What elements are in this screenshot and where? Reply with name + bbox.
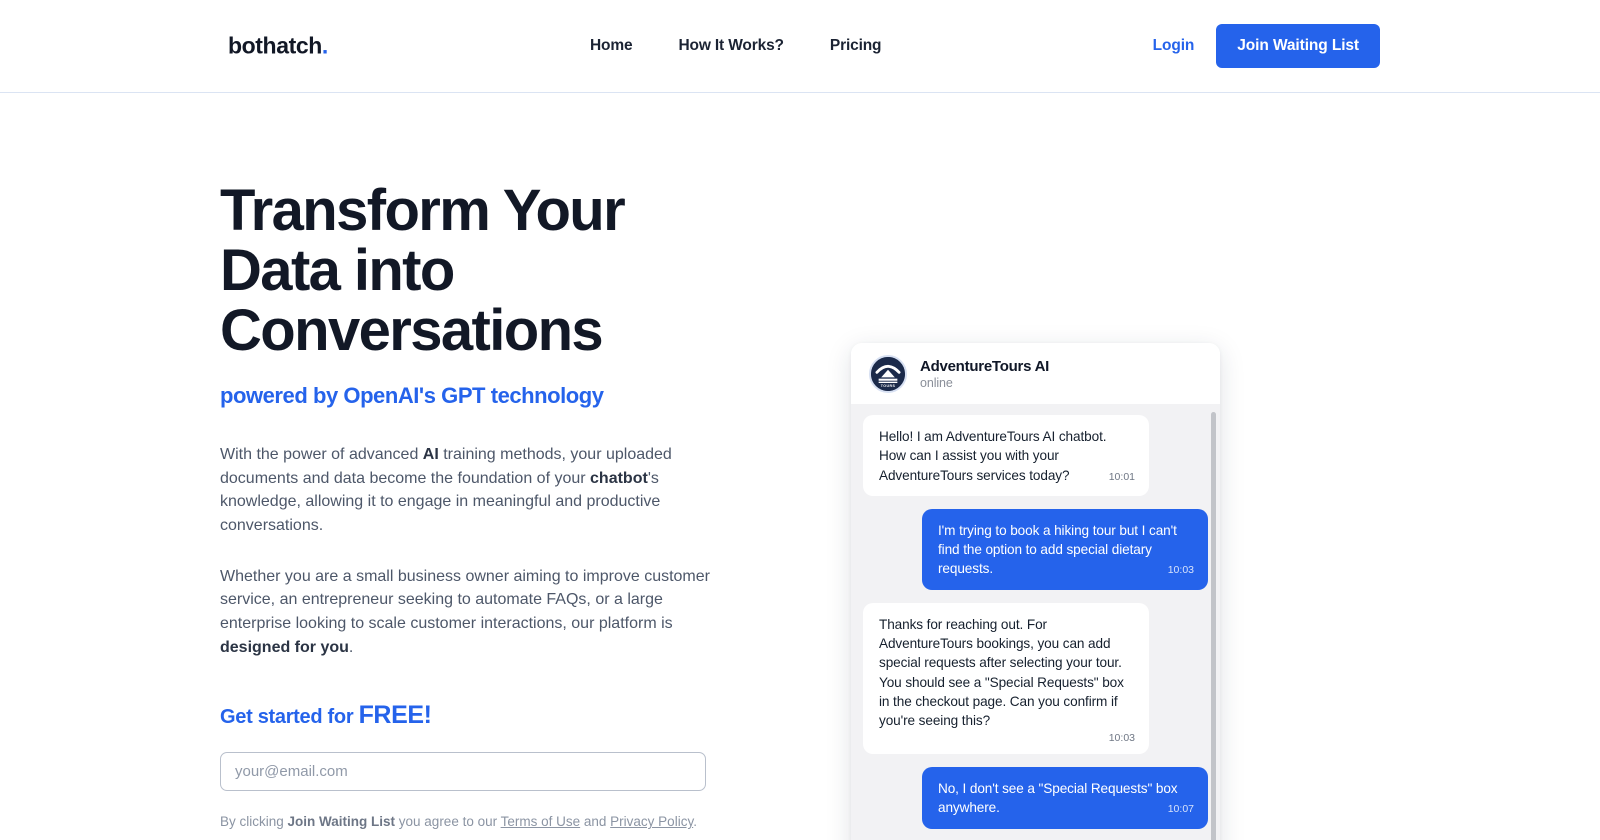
nav-item-how-it-works[interactable]: How It Works? <box>678 37 784 55</box>
get-started-lead: Get started for <box>220 706 359 729</box>
chat-bubble-time: 10:01 <box>1108 470 1135 483</box>
para1-bold-ai: AI <box>422 446 439 464</box>
chat-message-row: Thanks for reaching out. For AdventureTo… <box>863 602 1208 755</box>
privacy-policy-link[interactable]: Privacy Policy <box>610 814 693 829</box>
chat-widget-header: TOURS AdventureTours AI online <box>851 343 1220 404</box>
hero-subtitle: powered by OpenAI's GPT technology <box>220 383 604 409</box>
brand-dot: . <box>321 32 328 59</box>
legal-part3: and <box>580 814 611 830</box>
legal-part1: By clicking <box>220 814 288 830</box>
hero-copy: Transform Your Data into Conversations p… <box>220 178 720 832</box>
chat-scrollbar[interactable] <box>1211 412 1216 840</box>
email-input[interactable] <box>220 752 706 792</box>
get-started-free: FREE! <box>358 701 432 730</box>
brand-logo[interactable]: bothatch. <box>228 33 328 60</box>
chat-bubble-time: 10:03 <box>1167 564 1194 577</box>
chat-identity: AdventureTours AI online <box>920 358 1049 390</box>
chat-bubble-bot: Hello! I am AdventureTours AI chatbot. H… <box>863 415 1149 496</box>
main-nav: Home How It Works? Pricing <box>590 37 882 55</box>
hero-section: Transform Your Data into Conversations p… <box>0 93 1600 840</box>
hero-paragraph-2: Whether you are a small business owner a… <box>220 565 712 660</box>
site-header: bothatch. Home How It Works? Pricing Log… <box>0 0 1600 93</box>
chat-bubble-user: No, I don't see a "Special Requests" box… <box>922 767 1208 829</box>
get-started-heading: Get started for FREE! <box>220 701 720 730</box>
header-actions: Login Join Waiting List <box>1153 24 1380 68</box>
nav-item-home[interactable]: Home <box>590 37 633 55</box>
chat-status-text: online <box>920 375 953 390</box>
legal-note: By clicking Join Waiting List you agree … <box>220 813 720 832</box>
legal-bold-join: Join Waiting List <box>287 814 396 830</box>
chat-bubble-text: Hello! I am AdventureTours AI chatbot. H… <box>879 429 1107 483</box>
para1-bold-chatbot: chatbot <box>590 469 648 487</box>
chat-widget: TOURS AdventureTours AI online Hello! I … <box>851 343 1220 840</box>
chat-message-row: I'm trying to book a hiking tour but I c… <box>863 508 1208 590</box>
svg-text:TOURS: TOURS <box>881 383 896 387</box>
para2-bold-designed-for-you: designed for you <box>220 638 349 656</box>
chat-bubble-text: No, I don't see a "Special Requests" box… <box>938 781 1178 816</box>
chat-bubble-user: I'm trying to book a hiking tour but I c… <box>922 508 1208 590</box>
chat-bubble-time: 10:07 <box>1167 803 1194 816</box>
chat-bubble-bot: Thanks for reaching out. For AdventureTo… <box>863 602 1149 755</box>
page-title: Transform Your Data into Conversations <box>220 178 626 364</box>
chat-bubble-text: Thanks for reaching out. For AdventureTo… <box>879 616 1124 729</box>
nav-item-pricing[interactable]: Pricing <box>830 37 882 55</box>
hero-paragraph-1: With the power of advanced AI training m… <box>220 443 712 538</box>
brand-name: bothatch <box>228 32 322 59</box>
legal-part4: . <box>693 814 697 830</box>
chat-message-row: No, I don't see a "Special Requests" box… <box>863 767 1208 829</box>
para2-part1: Whether you are a small business owner a… <box>220 567 710 633</box>
chat-message-list[interactable]: Hello! I am AdventureTours AI chatbot. H… <box>851 404 1220 840</box>
login-link[interactable]: Login <box>1153 37 1195 55</box>
adventuretours-avatar-icon: TOURS <box>869 354 907 393</box>
chat-bubble-text: I'm trying to book a hiking tour but I c… <box>938 522 1177 577</box>
chat-message-row: Hello! I am AdventureTours AI chatbot. H… <box>863 415 1208 496</box>
chat-bot-name: AdventureTours AI <box>920 357 1050 375</box>
para1-part1: With the power of advanced <box>220 446 423 464</box>
legal-part2: you agree to our <box>395 814 501 830</box>
terms-of-use-link[interactable]: Terms of Use <box>501 814 581 829</box>
para2-part2: . <box>348 638 354 656</box>
header-inner: bothatch. Home How It Works? Pricing Log… <box>0 0 1600 92</box>
join-waiting-list-button[interactable]: Join Waiting List <box>1216 24 1380 68</box>
chat-bubble-time: 10:03 <box>1108 731 1135 744</box>
